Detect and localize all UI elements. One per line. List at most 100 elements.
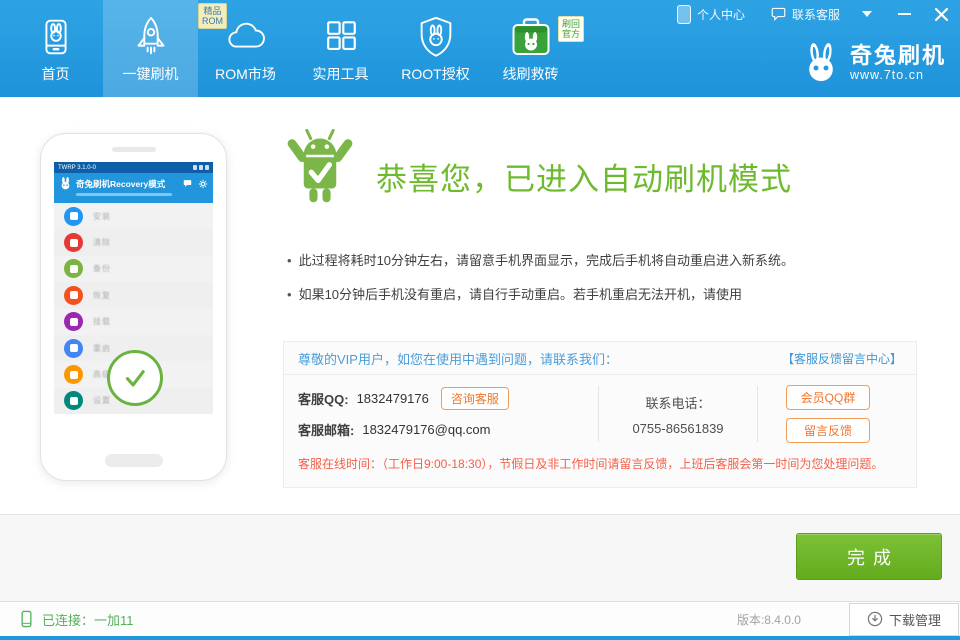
- download-manager-button[interactable]: 下载管理: [849, 603, 959, 636]
- tab-label: 线刷救砖: [503, 64, 559, 84]
- tel-label: 联系电话：: [645, 393, 710, 412]
- grid-icon: [319, 13, 363, 61]
- recovery-subtitle: [76, 193, 172, 196]
- titlebar: 个人中心 联系客服: [677, 0, 954, 28]
- qq-label: 客服QQ:: [298, 389, 349, 408]
- instruction-list: • 此过程将耗时10分钟左右，请留意手机界面显示，完成后手机将自动重启进入新系统。…: [287, 252, 917, 320]
- contact-service-label: 联系客服: [792, 6, 840, 23]
- download-icon: [867, 611, 883, 627]
- recovery-menu-item: 备份: [54, 256, 213, 282]
- phone-home-button: [105, 454, 163, 467]
- email-value: 1832479176@qq.com: [362, 422, 490, 437]
- menu-icon: [64, 233, 83, 252]
- page-title: 恭喜您，已进入自动刷机模式: [376, 154, 792, 199]
- rocket-icon: [128, 13, 174, 61]
- menu-icon: [64, 391, 83, 410]
- brand-name: 奇兔刷机: [850, 44, 946, 68]
- rom-market-badge: 精品 ROM: [198, 3, 227, 29]
- tab-wire-flash-rescue[interactable]: 刷回 官方 线刷救砖: [483, 0, 578, 97]
- menu-icon: [64, 339, 83, 358]
- chat-bubble-icon: [771, 7, 786, 21]
- tab-home[interactable]: 首页: [8, 0, 103, 97]
- instruction-item: • 此过程将耗时10分钟左右，请留意手机界面显示，完成后手机将自动重启进入新系统。: [287, 252, 917, 270]
- feedback-center-link[interactable]: 【客服反馈留言中心】: [782, 350, 902, 367]
- green-toolbox-rabbit-icon: [507, 13, 555, 61]
- close-button[interactable]: [935, 8, 948, 21]
- badge-line: ROM: [202, 16, 223, 26]
- success-check-badge: [107, 350, 163, 406]
- user-device-icon: [677, 5, 691, 24]
- window-bottom-edge: [0, 636, 960, 640]
- recovery-menu-item: 恢复: [54, 282, 213, 308]
- rabbit-logo-icon: [801, 40, 841, 86]
- finish-button[interactable]: 完成: [796, 533, 942, 580]
- contact-service-link[interactable]: 联系客服: [771, 6, 840, 23]
- gear-mini-icon: [198, 179, 208, 189]
- vip-header-text: 尊敬的VIP用户，如您在使用中遇到问题，请联系我们：: [298, 349, 618, 368]
- instruction-text: 如果10分钟后手机没有重启，请自行手动重启。若手机重启无法开机，请使用: [299, 286, 742, 304]
- phone-rabbit-icon: [33, 13, 79, 61]
- recovery-menu-item: 挂载: [54, 309, 213, 335]
- vip-contact-box: 尊敬的VIP用户，如您在使用中遇到问题，请联系我们： 【客服反馈留言中心】 客服…: [283, 341, 917, 488]
- leave-feedback-button[interactable]: 留言反馈: [786, 418, 870, 443]
- tab-label: 实用工具: [313, 64, 369, 84]
- tab-one-key-flash[interactable]: 一键刷机: [103, 0, 198, 97]
- dropdown-caret-icon[interactable]: [862, 11, 872, 17]
- app-window: 个人中心 联系客服: [0, 0, 960, 640]
- phone-speaker: [112, 147, 156, 152]
- qq-contact-column: 客服QQ: 1832479176 咨询客服 客服邮箱: 1832479176@q…: [298, 383, 598, 445]
- tab-label: ROM市场: [215, 64, 276, 84]
- recovery-status-icons: [193, 165, 209, 170]
- instruction-text: 此过程将耗时10分钟左右，请留意手机界面显示，完成后手机将自动重启进入新系统。: [299, 252, 794, 270]
- tab-root-auth[interactable]: ROOT授权: [388, 0, 483, 97]
- phone-contact-column: 联系电话： 0755-86561839: [599, 383, 757, 445]
- connection-text: 已连接：一加11: [42, 610, 134, 629]
- tab-rom-market[interactable]: 精品 ROM ROM市场: [198, 0, 293, 97]
- main-nav: 首页 一键刷机 精品 ROM: [8, 0, 578, 97]
- qq-value: 1832479176: [357, 391, 429, 406]
- personal-center-link[interactable]: 个人中心: [697, 6, 745, 23]
- badge-line: 刷回: [562, 19, 580, 29]
- tab-label: 首页: [42, 64, 70, 84]
- menu-icon: [64, 312, 83, 331]
- vip-header: 尊敬的VIP用户，如您在使用中遇到问题，请联系我们： 【客服反馈留言中心】: [284, 342, 916, 375]
- checkmark-icon: [118, 361, 152, 395]
- rescue-badge: 刷回 官方: [558, 16, 584, 42]
- action-bar: 完成: [0, 514, 960, 601]
- badge-line: 精品: [203, 6, 221, 16]
- bullet-dot: •: [287, 252, 292, 270]
- member-qq-group-button[interactable]: 会员QQ群: [786, 385, 870, 410]
- recovery-statusbar: TWRP 3.1.0-0: [54, 162, 213, 173]
- brand-site: www.7to.cn: [850, 68, 946, 82]
- vip-body: 客服QQ: 1832479176 咨询客服 客服邮箱: 1832479176@q…: [284, 375, 916, 449]
- download-manager-label: 下载管理: [889, 610, 941, 629]
- connected-phone-icon: [20, 609, 33, 629]
- bottom-statusbar: 已连接：一加11 版本:8.4.0.0 下载管理: [0, 601, 960, 636]
- tab-label: ROOT授权: [401, 64, 469, 84]
- android-robot-icon: [280, 123, 360, 209]
- main-content: TWRP 3.1.0-0 奇兔刷机Recovery模式: [0, 97, 960, 514]
- recovery-version-text: TWRP 3.1.0-0: [58, 165, 96, 171]
- phone-preview: TWRP 3.1.0-0 奇兔刷机Recovery模式: [40, 133, 227, 481]
- personal-center-label: 个人中心: [697, 6, 745, 23]
- brand-logo: 奇兔刷机 www.7to.cn: [801, 40, 946, 86]
- menu-icon: [64, 259, 83, 278]
- menu-icon: [64, 207, 83, 226]
- top-header: 个人中心 联系客服: [0, 0, 960, 97]
- tab-utilities[interactable]: 实用工具: [293, 0, 388, 97]
- bullet-dot: •: [287, 286, 292, 304]
- tab-label: 一键刷机: [123, 64, 179, 84]
- minimize-button[interactable]: [898, 13, 911, 15]
- rabbit-mini-icon: [59, 176, 72, 191]
- menu-icon: [64, 286, 83, 305]
- version-text: 版本:8.4.0.0: [737, 611, 801, 628]
- cloud-icon: [221, 13, 271, 61]
- connection-status: 已连接：一加11: [20, 609, 134, 629]
- email-label: 客服邮箱:: [298, 420, 354, 439]
- badge-line: 官方: [562, 29, 580, 39]
- recovery-header: 奇兔刷机Recovery模式: [54, 173, 213, 203]
- consult-service-button[interactable]: 咨询客服: [441, 387, 509, 410]
- recovery-menu-item: 清除: [54, 229, 213, 255]
- tel-value: 0755-86561839: [632, 421, 723, 436]
- vip-buttons-column: 会员QQ群 留言反馈: [758, 383, 902, 445]
